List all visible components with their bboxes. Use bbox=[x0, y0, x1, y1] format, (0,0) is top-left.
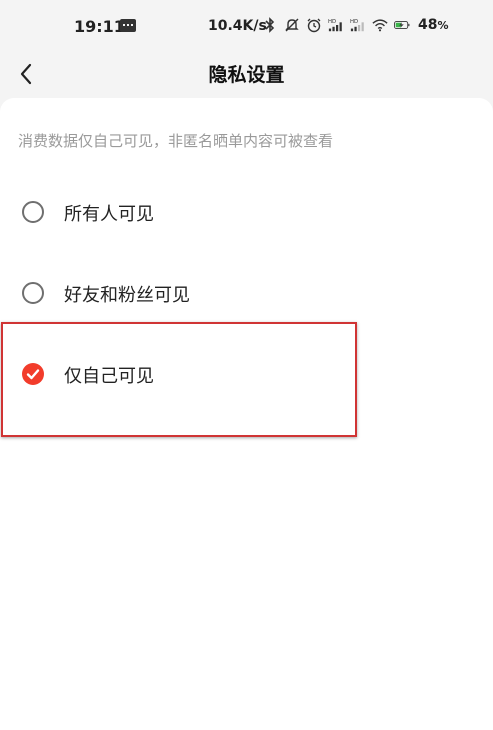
battery-charging-icon bbox=[394, 21, 410, 29]
option-label: 所有人可见 bbox=[64, 204, 154, 225]
status-icons: HD HD 48% bbox=[262, 14, 449, 36]
battery-percent-value: 48 bbox=[418, 17, 438, 33]
status-bar: 19:11 10.4K/s HD HD 48% bbox=[0, 0, 493, 52]
option-everyone[interactable]: 所有人可见 bbox=[0, 171, 360, 253]
checkmark-icon bbox=[26, 369, 40, 380]
radio-checked-icon[interactable] bbox=[22, 363, 44, 385]
option-label: 仅自己可见 bbox=[64, 366, 154, 387]
nav-bar: 隐私设置 bbox=[0, 52, 493, 98]
hd-signal-icon: HD bbox=[350, 19, 364, 32]
battery-percent: 48% bbox=[418, 17, 449, 33]
option-friends-followers[interactable]: 好友和粉丝可见 bbox=[0, 253, 360, 335]
page-title: 隐私设置 bbox=[208, 64, 285, 86]
alarm-icon bbox=[307, 18, 321, 33]
svg-text:HD: HD bbox=[328, 19, 336, 25]
mute-icon bbox=[285, 18, 299, 32]
svg-text:HD: HD bbox=[350, 19, 358, 25]
message-icon bbox=[120, 19, 136, 32]
network-speed: 10.4K/s bbox=[208, 18, 267, 34]
hd-signal-icon: HD bbox=[328, 19, 342, 32]
privacy-hint: 消费数据仅自己可见，非匿名晒单内容可被查看 bbox=[18, 132, 334, 150]
radio-unchecked-icon[interactable] bbox=[22, 201, 44, 223]
option-only-me[interactable]: 仅自己可见 bbox=[0, 334, 360, 416]
option-label: 好友和粉丝可见 bbox=[64, 285, 190, 306]
battery-percent-unit: % bbox=[437, 19, 449, 32]
wifi-icon bbox=[372, 19, 388, 32]
status-time: 19:11 bbox=[74, 17, 125, 36]
bluetooth-icon bbox=[265, 17, 275, 33]
radio-unchecked-icon[interactable] bbox=[22, 282, 44, 304]
